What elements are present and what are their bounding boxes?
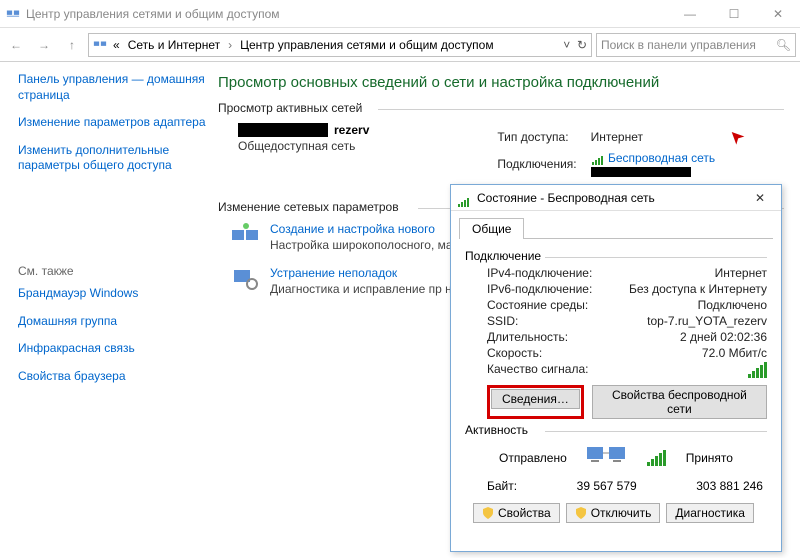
diagnose-button-label: Диагностика: [675, 506, 745, 520]
maximize-button[interactable]: ☐: [712, 0, 756, 28]
duration-value: 2 дней 02:02:36: [680, 330, 767, 344]
chevron-right-icon: ›: [226, 38, 234, 52]
annotation-highlight: Сведения…: [487, 385, 584, 419]
search-placeholder: Поиск в панели управления: [601, 38, 756, 52]
network-name-suffix: rezerv: [334, 123, 369, 137]
active-networks-label: Просмотр активных сетей: [218, 101, 784, 115]
properties-button[interactable]: Свойства: [473, 503, 560, 523]
address-bar: ← → ↑ « Сеть и Интернет › Центр управлен…: [0, 28, 800, 62]
bytes-label: Байт:: [487, 479, 517, 493]
see-also-header: См. также: [18, 264, 206, 278]
connections-label: Подключения:: [491, 150, 582, 178]
dialog-title: Состояние - Беспроводная сеть: [477, 191, 655, 205]
disable-button[interactable]: Отключить: [566, 503, 661, 523]
dialog-close-button[interactable]: ✕: [745, 191, 775, 205]
wifi-status-dialog: Состояние - Беспроводная сеть ✕ Общие По…: [450, 184, 782, 552]
new-connection-icon: [232, 222, 260, 246]
ipv6-label: IPv6-подключение:: [487, 282, 592, 296]
window-title: Центр управления сетями и общим доступом: [26, 7, 280, 21]
window-titlebar: Центр управления сетями и общим доступом…: [0, 0, 800, 28]
related-link-homegroup[interactable]: Домашняя группа: [18, 314, 206, 330]
speed-label: Скорость:: [487, 346, 542, 360]
sidebar-link-home[interactable]: Панель управления — домашняя страница: [18, 72, 206, 103]
connection-section-label: Подключение: [465, 249, 767, 263]
disable-button-label: Отключить: [591, 506, 652, 520]
breadcrumb-item[interactable]: Сеть и Интернет: [126, 38, 222, 52]
search-input[interactable]: Поиск в панели управления 🔍︎: [596, 33, 796, 57]
tab-general[interactable]: Общие: [459, 218, 524, 239]
related-link-firewall[interactable]: Брандмауэр Windows: [18, 286, 206, 302]
media-value: Подключено: [698, 298, 767, 312]
network-scope: Общедоступная сеть: [238, 139, 369, 153]
access-type-label: Тип доступа:: [491, 125, 582, 148]
signal-strength-icon: [748, 362, 767, 378]
duration-label: Длительность:: [487, 330, 568, 344]
back-button[interactable]: ←: [4, 33, 28, 57]
related-link-internet-options[interactable]: Свойства браузера: [18, 369, 206, 385]
speed-value: 72.0 Мбит/с: [702, 346, 767, 360]
related-link-infrared[interactable]: Инфракрасная связь: [18, 341, 206, 357]
wifi-signal-icon: [647, 450, 666, 466]
access-type-value: Интернет: [585, 125, 722, 148]
media-label: Состояние среды:: [487, 298, 588, 312]
network-center-icon: [6, 7, 20, 21]
redacted-network-name: [238, 123, 328, 137]
breadcrumb-item[interactable]: Центр управления сетями и общим доступом: [238, 38, 496, 52]
shield-icon: [482, 507, 494, 519]
sent-label: Отправлено: [499, 451, 567, 465]
annotation-arrow-icon: ➤: [724, 124, 750, 150]
wifi-signal-icon: [457, 193, 471, 203]
bytes-recv: 303 881 246: [696, 479, 763, 493]
signal-label: Качество сигнала:: [487, 362, 588, 378]
activity-monitors-icon: [587, 443, 627, 473]
address-dropdown[interactable]: ˅ ↻: [563, 38, 587, 52]
properties-button-label: Свойства: [498, 506, 551, 520]
sidebar-link-adapter[interactable]: Изменение параметров адаптера: [18, 115, 206, 131]
connection-link[interactable]: Беспроводная сеть: [608, 151, 715, 165]
up-button[interactable]: ↑: [60, 33, 84, 57]
ipv6-value: Без доступа к Интернету: [629, 282, 767, 296]
page-heading: Просмотр основных сведений о сети и наст…: [218, 74, 784, 91]
active-network-row: rezerv Общедоступная сеть Тип доступа: И…: [238, 123, 784, 180]
redacted-connection: [591, 167, 691, 177]
shield-icon: [575, 507, 587, 519]
wifi-signal-icon: [591, 151, 605, 161]
recv-label: Принято: [686, 451, 733, 465]
ssid-label: SSID:: [487, 314, 518, 328]
ipv4-label: IPv4-подключение:: [487, 266, 592, 280]
ssid-value: top-7.ru_YOTA_rezerv: [647, 314, 767, 328]
diagnose-button[interactable]: Диагностика: [666, 503, 754, 523]
wifi-properties-button[interactable]: Свойства беспроводной сети: [592, 385, 767, 419]
close-button[interactable]: ✕: [756, 0, 800, 28]
ipv4-value: Интернет: [715, 266, 767, 280]
activity-section-label: Активность: [465, 423, 767, 437]
search-icon: 🔍︎: [776, 38, 791, 52]
minimize-button[interactable]: —: [668, 0, 712, 28]
dialog-titlebar: Состояние - Беспроводная сеть ✕: [451, 185, 781, 211]
sidebar-link-sharing[interactable]: Изменить дополнительные параметры общего…: [18, 143, 206, 174]
forward-button[interactable]: →: [32, 33, 56, 57]
troubleshoot-icon: [232, 266, 260, 290]
breadcrumb-box[interactable]: « Сеть и Интернет › Центр управления сет…: [88, 33, 592, 57]
details-button[interactable]: Сведения…: [491, 389, 580, 409]
network-center-icon: [93, 38, 107, 52]
breadcrumb-root[interactable]: «: [111, 38, 122, 52]
bytes-sent: 39 567 579: [577, 479, 637, 493]
sidebar: Панель управления — домашняя страница Из…: [0, 62, 210, 558]
